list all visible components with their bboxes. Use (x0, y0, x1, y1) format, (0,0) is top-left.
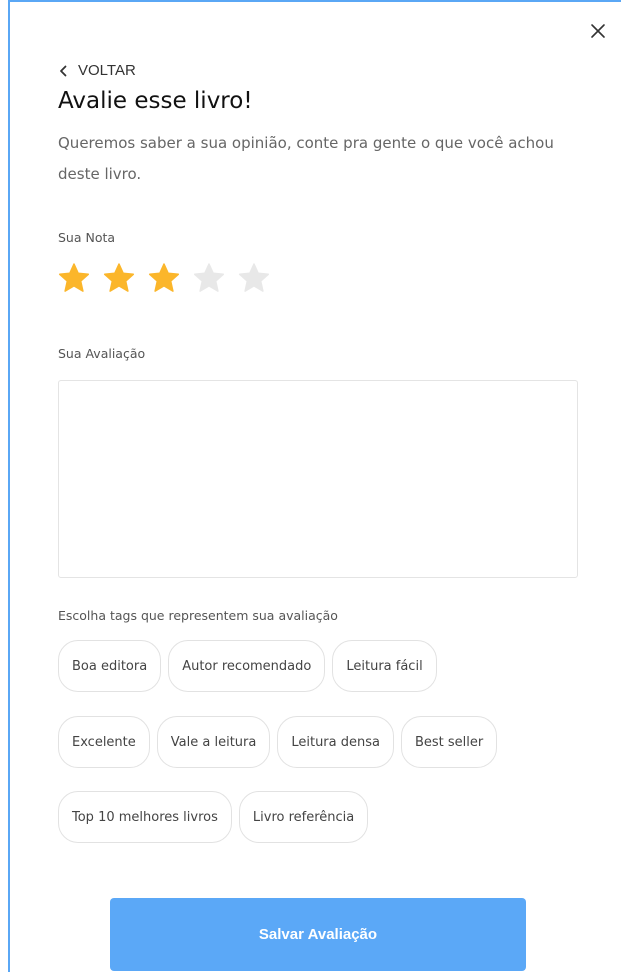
tag-leitura-densa[interactable]: Leitura densa (277, 716, 394, 768)
tags-label: Escolha tags que representem sua avaliaç… (58, 608, 338, 623)
chevron-left-icon (60, 65, 67, 76)
save-review-button[interactable]: Salvar Avaliação (110, 898, 526, 971)
tag-excelente[interactable]: Excelente (58, 716, 150, 768)
tag-livro-referencia[interactable]: Livro referência (238, 791, 369, 843)
tag-top-10-melhores-livros[interactable]: Top 10 melhores livros (58, 791, 232, 843)
review-label: Sua Avaliação (58, 346, 146, 361)
close-button[interactable] (587, 20, 609, 42)
close-icon (591, 24, 605, 38)
page-subtitle: Queremos saber a sua opinião, conte pra … (58, 134, 554, 183)
tag-leitura-facil[interactable]: Leitura fácil (332, 640, 437, 692)
tags-row-2: Excelente Vale a leitura Leitura densa B… (58, 716, 498, 768)
tags-row-3: Top 10 melhores livros Livro referência (58, 791, 369, 843)
back-label: VOLTAR (78, 62, 136, 79)
star-empty-icon[interactable] (238, 262, 270, 294)
review-textarea[interactable] (58, 380, 578, 578)
page-title: Avalie esse livro! (58, 88, 253, 114)
star-rating[interactable] (58, 262, 270, 294)
star-empty-icon[interactable] (193, 262, 225, 294)
star-filled-icon[interactable] (148, 262, 180, 294)
tags-row-1: Boa editora Autor recomendado Leitura fá… (58, 640, 437, 692)
tag-vale-a-leitura[interactable]: Vale a leitura (156, 716, 271, 768)
tag-best-seller[interactable]: Best seller (400, 716, 498, 768)
tag-boa-editora[interactable]: Boa editora (58, 640, 162, 692)
star-filled-icon[interactable] (58, 262, 90, 294)
rating-label: Sua Nota (58, 230, 116, 245)
tag-autor-recomendado[interactable]: Autor recomendado (168, 640, 326, 692)
back-link[interactable]: VOLTAR (58, 62, 136, 79)
star-filled-icon[interactable] (103, 262, 135, 294)
